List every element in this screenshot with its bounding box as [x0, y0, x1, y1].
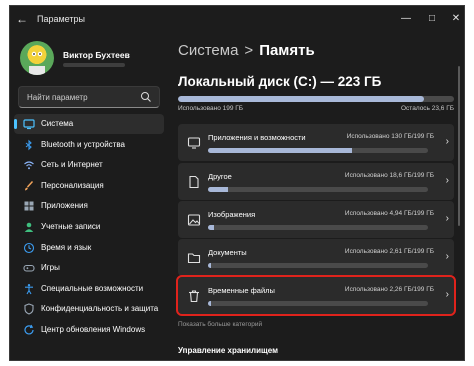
apps-list-icon	[187, 136, 201, 150]
brush-icon	[23, 180, 35, 192]
app-title: Параметры	[37, 14, 85, 24]
storage-management-heading: Управление хранилищем	[178, 346, 279, 355]
search-input[interactable]: Найти параметр	[18, 86, 160, 108]
disk-free-label: Осталось 23,6 ГБ	[401, 105, 454, 112]
category-usage-bar	[208, 148, 428, 153]
category-usage-fill	[208, 263, 212, 268]
chevron-right-icon: ›	[445, 251, 449, 262]
chevron-right-icon: ›	[445, 213, 449, 224]
storage-category[interactable]: Документы Использовано 2,61 ГБ/199 ГБ ›	[178, 239, 454, 276]
minimize-icon[interactable]: —	[396, 11, 416, 27]
category-usage: Использовано 130 ГБ/199 ГБ	[346, 133, 434, 140]
chevron-right-icon: ›	[445, 175, 449, 186]
show-more-categories-link[interactable]: Показать больше категорий	[178, 321, 262, 328]
sidebar-item[interactable]: Сеть и Интернет	[14, 155, 164, 175]
scrollbar[interactable]	[458, 66, 460, 226]
category-usage-fill	[208, 225, 214, 230]
avatar[interactable]	[20, 41, 54, 75]
title-bar: ← Параметры — □ ✕	[10, 6, 464, 32]
gamepad-icon	[23, 262, 35, 274]
sidebar-item-label: Время и язык	[41, 242, 92, 252]
category-usage-fill	[208, 148, 352, 153]
sidebar-item-label: Игры	[41, 263, 60, 273]
category-name: Другое	[208, 172, 232, 181]
settings-window: ← Параметры — □ ✕ Виктор Бухтеев Найти п…	[9, 5, 465, 361]
breadcrumb-parent[interactable]: Система	[178, 42, 238, 59]
disk-usage-bar	[178, 96, 454, 102]
highlight-frame	[176, 275, 456, 316]
user-name: Виктор Бухтеев	[63, 50, 130, 60]
category-usage: Использовано 4,94 ГБ/199 ГБ	[344, 210, 434, 217]
image-icon	[187, 213, 201, 227]
breadcrumb: Система > Память	[178, 42, 315, 59]
storage-category[interactable]: Другое Использовано 18,6 ГБ/199 ГБ ›	[178, 163, 454, 200]
disk-used-label: Использовано 199 ГБ	[178, 105, 244, 112]
chevron-right-icon: ›	[445, 136, 449, 147]
bluetooth-icon	[23, 139, 35, 151]
sidebar-item[interactable]: Система	[14, 114, 164, 134]
person-icon	[23, 221, 35, 233]
category-usage-fill	[208, 187, 229, 192]
sidebar-item[interactable]: Конфиденциальность и защита	[14, 299, 164, 319]
maximize-icon[interactable]: □	[422, 11, 442, 27]
apps-icon	[23, 200, 35, 212]
sidebar-item-label: Центр обновления Windows	[41, 325, 146, 334]
sidebar-item-label: Сеть и Интернет	[41, 160, 103, 170]
sidebar-item[interactable]: Игры	[14, 258, 164, 278]
sidebar-item-label: Конфиденциальность и защита	[41, 304, 159, 314]
sidebar-item-label: Учетные записи	[41, 222, 101, 231]
breadcrumb-separator: >	[244, 42, 254, 59]
sidebar-item-label: Приложения	[41, 201, 88, 211]
sidebar-item[interactable]: Центр обновления Windows	[14, 320, 164, 340]
accessibility-icon	[23, 283, 35, 295]
category-usage: Использовано 18,6 ГБ/199 ГБ	[344, 172, 434, 179]
category-usage: Использовано 2,61 ГБ/199 ГБ	[344, 248, 434, 255]
sidebar-item[interactable]: Приложения	[14, 196, 164, 216]
globe-clock-icon	[23, 242, 35, 254]
category-name: Приложения и возможности	[208, 133, 306, 142]
disk-title: Локальный диск (C:) — 223 ГБ	[178, 74, 382, 89]
sidebar-item[interactable]: Специальные возможности	[14, 279, 164, 299]
monitor-icon	[23, 118, 35, 130]
storage-category[interactable]: Приложения и возможности Использовано 130…	[178, 124, 454, 161]
sidebar-item-label: Персонализация	[41, 180, 104, 190]
category-usage-bar	[208, 263, 428, 268]
update-icon	[23, 324, 35, 336]
category-usage-bar	[208, 187, 428, 192]
sidebar-item-label: Система	[41, 119, 74, 128]
category-name: Документы	[208, 248, 247, 257]
sidebar-item[interactable]: Bluetooth и устройства	[14, 135, 164, 155]
sidebar-item[interactable]: Время и язык	[14, 238, 164, 258]
sidebar-item-label: Специальные возможности	[41, 283, 144, 293]
wifi-icon	[23, 159, 35, 171]
page-title: Память	[259, 42, 315, 59]
back-arrow-icon[interactable]: ←	[14, 11, 30, 27]
storage-category[interactable]: Изображения Использовано 4,94 ГБ/199 ГБ ›	[178, 201, 454, 238]
sidebar-item[interactable]: Персонализация	[14, 176, 164, 196]
sidebar-item[interactable]: Учетные записи	[14, 217, 164, 237]
search-placeholder: Найти параметр	[27, 93, 88, 102]
sidebar-item-label: Bluetooth и устройства	[41, 139, 125, 149]
folder-icon	[187, 251, 201, 265]
disk-usage-fill	[178, 96, 424, 102]
document-icon	[187, 175, 201, 189]
category-usage-bar	[208, 225, 428, 230]
category-name: Изображения	[208, 210, 256, 219]
shield-icon	[23, 303, 35, 315]
user-email-redacted	[63, 63, 125, 67]
close-icon[interactable]: ✕	[446, 11, 464, 27]
search-icon	[141, 92, 151, 102]
